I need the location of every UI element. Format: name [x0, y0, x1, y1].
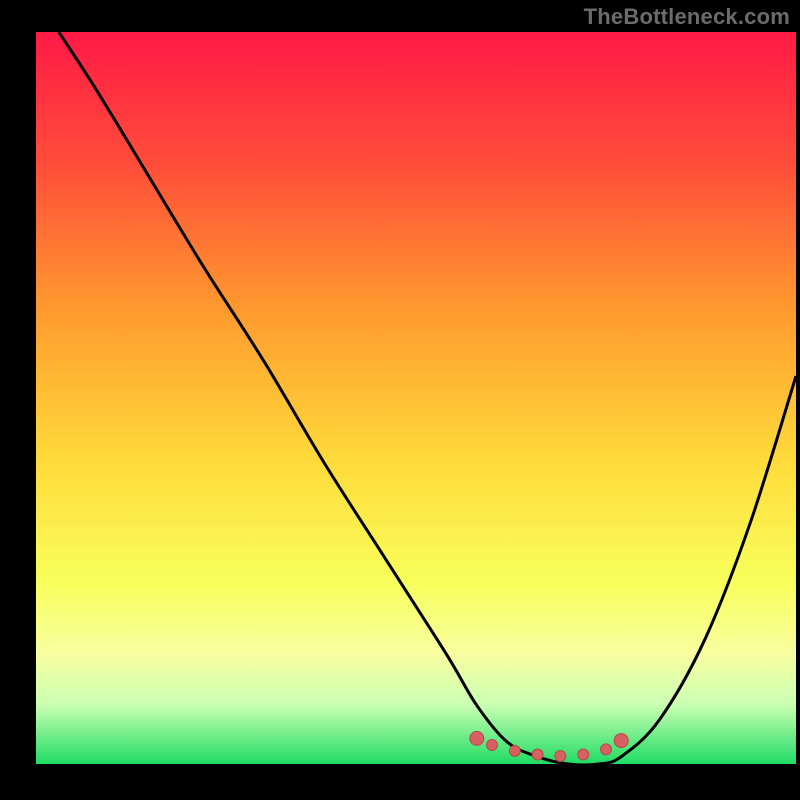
- valley-marker: [614, 734, 628, 748]
- chart-stage: TheBottleneck.com: [0, 0, 800, 800]
- plot-background: [36, 32, 796, 764]
- valley-marker: [555, 750, 566, 761]
- frame-left: [0, 0, 36, 800]
- bottleneck-chart: [0, 0, 800, 800]
- valley-marker: [601, 744, 612, 755]
- frame-right: [796, 0, 800, 800]
- valley-marker: [470, 731, 484, 745]
- valley-marker: [487, 739, 498, 750]
- valley-marker: [578, 749, 589, 760]
- valley-marker: [509, 745, 520, 756]
- watermark-text: TheBottleneck.com: [584, 4, 790, 30]
- valley-marker: [532, 749, 543, 760]
- frame-bottom: [0, 764, 800, 800]
